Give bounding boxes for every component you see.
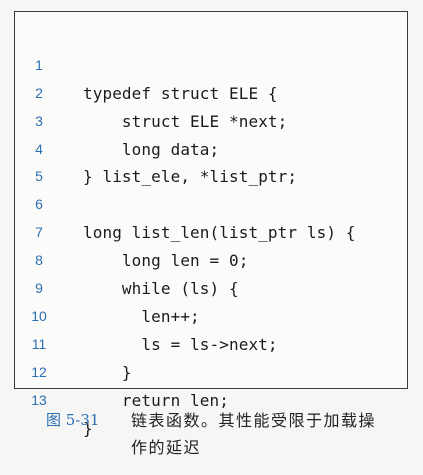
- code-line: 10 ls = ls->next;: [15, 275, 407, 354]
- code-line: 6 long list_len(list_ptr ls) {: [15, 163, 407, 242]
- code-line: 1 typedef struct ELE {: [15, 24, 407, 103]
- code-line: 4 } list_ele, *list_ptr;: [15, 108, 407, 187]
- code-line: 13 }: [15, 359, 407, 438]
- code-listing-box: 1 typedef struct ELE { 2 struct ELE *nex…: [14, 11, 408, 438]
- code-line: 9 len++;: [15, 247, 407, 326]
- code-line: 2 struct ELE *next;: [15, 52, 407, 131]
- code-line: 8 while (ls) {: [15, 219, 407, 298]
- code-line: 7 long len = 0;: [15, 191, 407, 270]
- code-line: 12 return len;: [15, 331, 407, 410]
- code-line: 11 }: [15, 303, 407, 382]
- code-line: 5: [15, 136, 407, 184]
- caption-text: 链表函数。其性能受限于加载操作的延迟: [131, 411, 377, 457]
- code-line: 3 long data;: [15, 80, 407, 159]
- code-lines: 1 typedef struct ELE { 2 struct ELE *nex…: [15, 24, 407, 438]
- figure-label: 图 5-31: [46, 411, 100, 429]
